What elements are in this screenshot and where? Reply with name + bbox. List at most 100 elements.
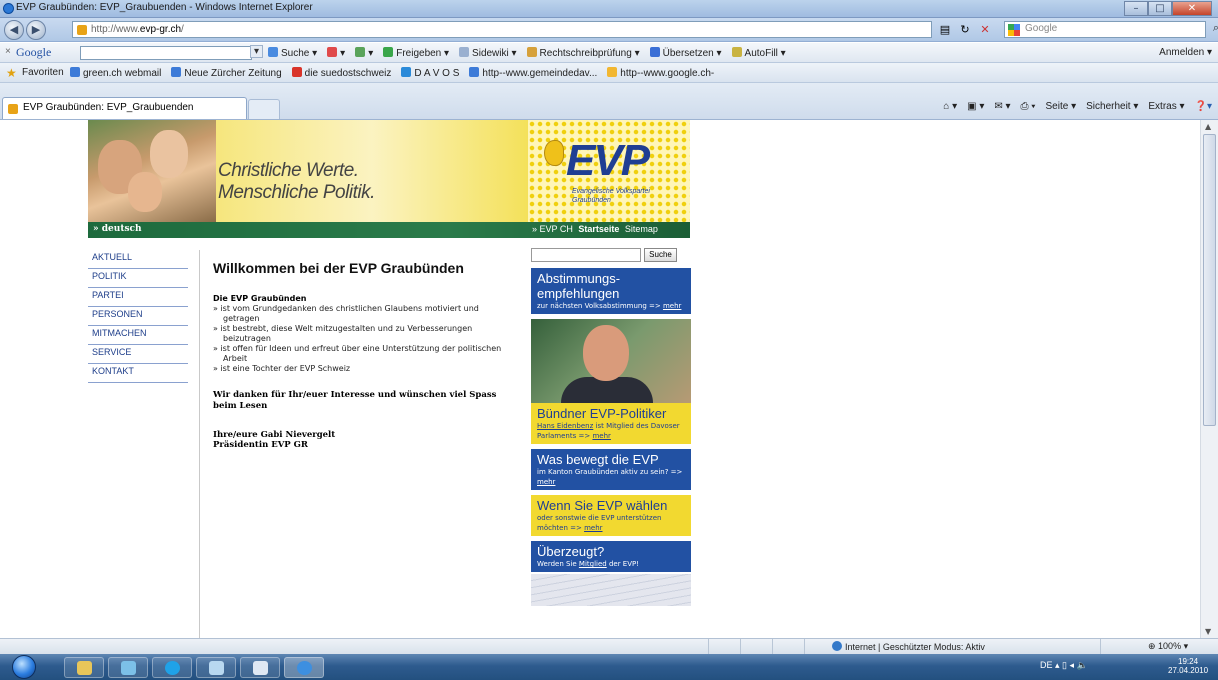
google-toolbar-input[interactable] bbox=[80, 45, 263, 60]
scroll-up-icon[interactable]: ▲ bbox=[1205, 122, 1211, 131]
language-link[interactable]: » deutsch bbox=[93, 224, 142, 234]
favorites-button[interactable]: Favoriten bbox=[22, 67, 64, 78]
start-button[interactable] bbox=[12, 655, 36, 679]
feeds-icon[interactable]: ▣ ▾ bbox=[967, 101, 984, 112]
more-link[interactable]: mehr bbox=[584, 524, 602, 532]
promo-politiker[interactable]: Bündner EVP-Politiker Hans Eidenbenz ist… bbox=[531, 403, 691, 444]
mail-icon[interactable]: ✉ ▾ bbox=[994, 101, 1010, 112]
site-search: Suche bbox=[531, 248, 691, 262]
address-bar[interactable]: http://www.evp-gr.ch/ bbox=[72, 21, 932, 38]
toolbar-close-icon[interactable]: × bbox=[5, 46, 11, 57]
menu-item-service[interactable]: SERVICE bbox=[88, 345, 188, 364]
vertical-scrollbar[interactable]: ▲ ▼ bbox=[1200, 120, 1218, 638]
taskbar-document[interactable] bbox=[240, 657, 280, 678]
help-icon[interactable]: ❓▾ bbox=[1195, 101, 1212, 112]
promo-abstimmung[interactable]: Abstimmungs-empfehlungen zur nächsten Vo… bbox=[531, 268, 691, 314]
favorite-link[interactable]: http--www.google.ch- bbox=[607, 67, 714, 79]
zoom-level[interactable]: ⊕ 100% ▾ bbox=[1148, 641, 1188, 652]
language-indicator[interactable]: DE bbox=[1040, 660, 1053, 670]
favorite-link[interactable]: D A V O S bbox=[401, 67, 459, 79]
menu-item-personen[interactable]: PERSONEN bbox=[88, 307, 188, 326]
back-button[interactable]: ◀ bbox=[4, 20, 24, 40]
clock[interactable]: 19:24 27.04.2010 bbox=[1168, 657, 1208, 675]
refresh-icon[interactable]: ↻ bbox=[958, 23, 972, 37]
window-titlebar: EVP Graubünden: EVP_Graubuenden - Window… bbox=[0, 0, 1218, 18]
site-search-button[interactable]: Suche bbox=[644, 248, 677, 262]
list-item: » ist vom Grundgedanken des christlichen… bbox=[213, 304, 479, 323]
search-input[interactable]: Google ⌕ bbox=[1004, 21, 1218, 38]
taskbar-pen[interactable] bbox=[196, 657, 236, 678]
promo-mitglied[interactable]: Überzeugt? Werden Sie Mitglied der EVP! bbox=[531, 541, 691, 572]
evp-ch-link[interactable]: » EVP CH bbox=[532, 224, 573, 234]
speaker-icon[interactable]: 🔈 bbox=[1077, 660, 1088, 670]
tab-row: EVP Graubünden: EVP_Graubuenden ⌂ ▾ ▣ ▾ … bbox=[0, 83, 1218, 120]
sitemap-link[interactable]: Sitemap bbox=[625, 224, 658, 234]
favorite-link[interactable]: green.ch webmail bbox=[70, 67, 161, 79]
more-link[interactable]: mehr bbox=[592, 432, 610, 440]
divider bbox=[199, 250, 200, 638]
toolbar-puzzle-button[interactable]: ▾ bbox=[355, 47, 373, 59]
stop-icon[interactable]: ✕ bbox=[978, 23, 992, 37]
tools-menu[interactable]: Extras ▾ bbox=[1148, 101, 1184, 112]
list-item: » ist offen für Ideen und erfreut über e… bbox=[213, 344, 502, 363]
toolbar-search-button[interactable]: Suche ▾ bbox=[268, 47, 317, 59]
site-favicon bbox=[77, 25, 87, 35]
list-item: » ist eine Tochter der EVP Schweiz bbox=[213, 364, 351, 373]
close-button[interactable]: ✕ bbox=[1172, 1, 1212, 16]
scroll-thumb[interactable] bbox=[1203, 134, 1216, 426]
taskbar-ie[interactable] bbox=[284, 657, 324, 678]
favorite-link[interactable]: die suedostschweiz bbox=[291, 67, 391, 79]
taskbar-explorer[interactable] bbox=[64, 657, 104, 678]
toolbar-share-button[interactable]: Freigeben ▾ bbox=[383, 47, 449, 59]
page-menu[interactable]: Seite ▾ bbox=[1046, 101, 1077, 112]
page-heading: Willkommen bei der EVP Graubünden bbox=[213, 260, 464, 276]
politician-photo bbox=[531, 319, 691, 403]
favorite-link[interactable]: Neue Zürcher Zeitung bbox=[171, 67, 282, 79]
forward-button[interactable]: ▶ bbox=[26, 20, 46, 40]
scroll-down-icon[interactable]: ▼ bbox=[1205, 627, 1211, 636]
menu-item-politik[interactable]: POLITIK bbox=[88, 269, 188, 288]
startseite-link[interactable]: Startseite bbox=[578, 224, 619, 234]
tab-active[interactable]: EVP Graubünden: EVP_Graubuenden bbox=[2, 97, 247, 119]
toolbar-autofill-button[interactable]: AutoFill ▾ bbox=[731, 47, 786, 59]
list-item: » ist bestrebt, diese Welt mitzugestalte… bbox=[213, 324, 473, 343]
toolbar-spellcheck-button[interactable]: Rechtschreibprüfung ▾ bbox=[526, 47, 640, 59]
compat-view-icon[interactable]: ▤ bbox=[938, 23, 952, 37]
person-link[interactable]: Hans Eidenbenz bbox=[537, 422, 593, 430]
toolbar-translate-button[interactable]: Übersetzen ▾ bbox=[649, 47, 722, 59]
evp-logo[interactable]: EVP Evangelische Volkspartei Graubünden bbox=[544, 136, 684, 208]
new-tab-button[interactable] bbox=[248, 99, 280, 119]
menu-item-mitmachen[interactable]: MITMACHEN bbox=[88, 326, 188, 345]
site-search-input[interactable] bbox=[531, 248, 641, 262]
menu-item-partei[interactable]: PARTEI bbox=[88, 288, 188, 307]
search-icon[interactable]: ⌕ bbox=[1213, 22, 1218, 35]
more-link[interactable]: mehr bbox=[537, 478, 555, 486]
promo-waehlen[interactable]: Wenn Sie EVP wählen oder sonstwie die EV… bbox=[531, 495, 691, 536]
more-link[interactable]: mehr bbox=[663, 302, 681, 310]
menu-item-kontakt[interactable]: KONTAKT bbox=[88, 364, 188, 383]
safety-menu[interactable]: Sicherheit ▾ bbox=[1086, 101, 1138, 112]
signature: Ihre/eure Gabi Nievergelt Präsidentin EV… bbox=[213, 430, 336, 450]
print-icon[interactable]: ⎙ ▾ bbox=[1021, 101, 1036, 112]
family-photo bbox=[88, 120, 216, 222]
favorite-link[interactable]: http--www.gemeindedav... bbox=[469, 67, 597, 79]
home-icon[interactable]: ⌂ ▾ bbox=[943, 101, 957, 112]
member-link[interactable]: Mitglied bbox=[579, 560, 607, 568]
toolbar-bookmark-button[interactable]: ▾ bbox=[327, 47, 345, 59]
signin-button[interactable]: Anmelden ▾ bbox=[1159, 47, 1212, 58]
taskbar-skype[interactable] bbox=[152, 657, 192, 678]
google-toolbar: × Google Suche ▾ ▾ ▾ Freigeben ▾ Sidewik… bbox=[0, 43, 1218, 63]
favorites-star-icon[interactable]: ★ bbox=[6, 66, 17, 80]
window-title: EVP Graubünden: EVP_Graubuenden - Window… bbox=[16, 2, 313, 13]
taskbar: DE ▴ ▯ ◂ 🔈 19:24 27.04.2010 bbox=[0, 654, 1218, 680]
security-zone[interactable]: Internet | Geschützter Modus: Aktiv bbox=[832, 641, 985, 652]
intro-text: Die EVP Graubünden bbox=[213, 294, 307, 303]
ibex-icon bbox=[544, 140, 564, 166]
minimize-button[interactable]: – bbox=[1124, 1, 1148, 16]
taskbar-app[interactable] bbox=[108, 657, 148, 678]
maximize-button[interactable]: □ bbox=[1148, 1, 1172, 16]
promo-bewegt[interactable]: Was bewegt die EVP im Kanton Graubünden … bbox=[531, 449, 691, 490]
toolbar-sidewiki-button[interactable]: Sidewiki ▾ bbox=[459, 47, 517, 59]
slogan-line1: Christliche Werte. bbox=[218, 160, 359, 181]
menu-item-aktuell[interactable]: AKTUELL bbox=[88, 250, 188, 269]
